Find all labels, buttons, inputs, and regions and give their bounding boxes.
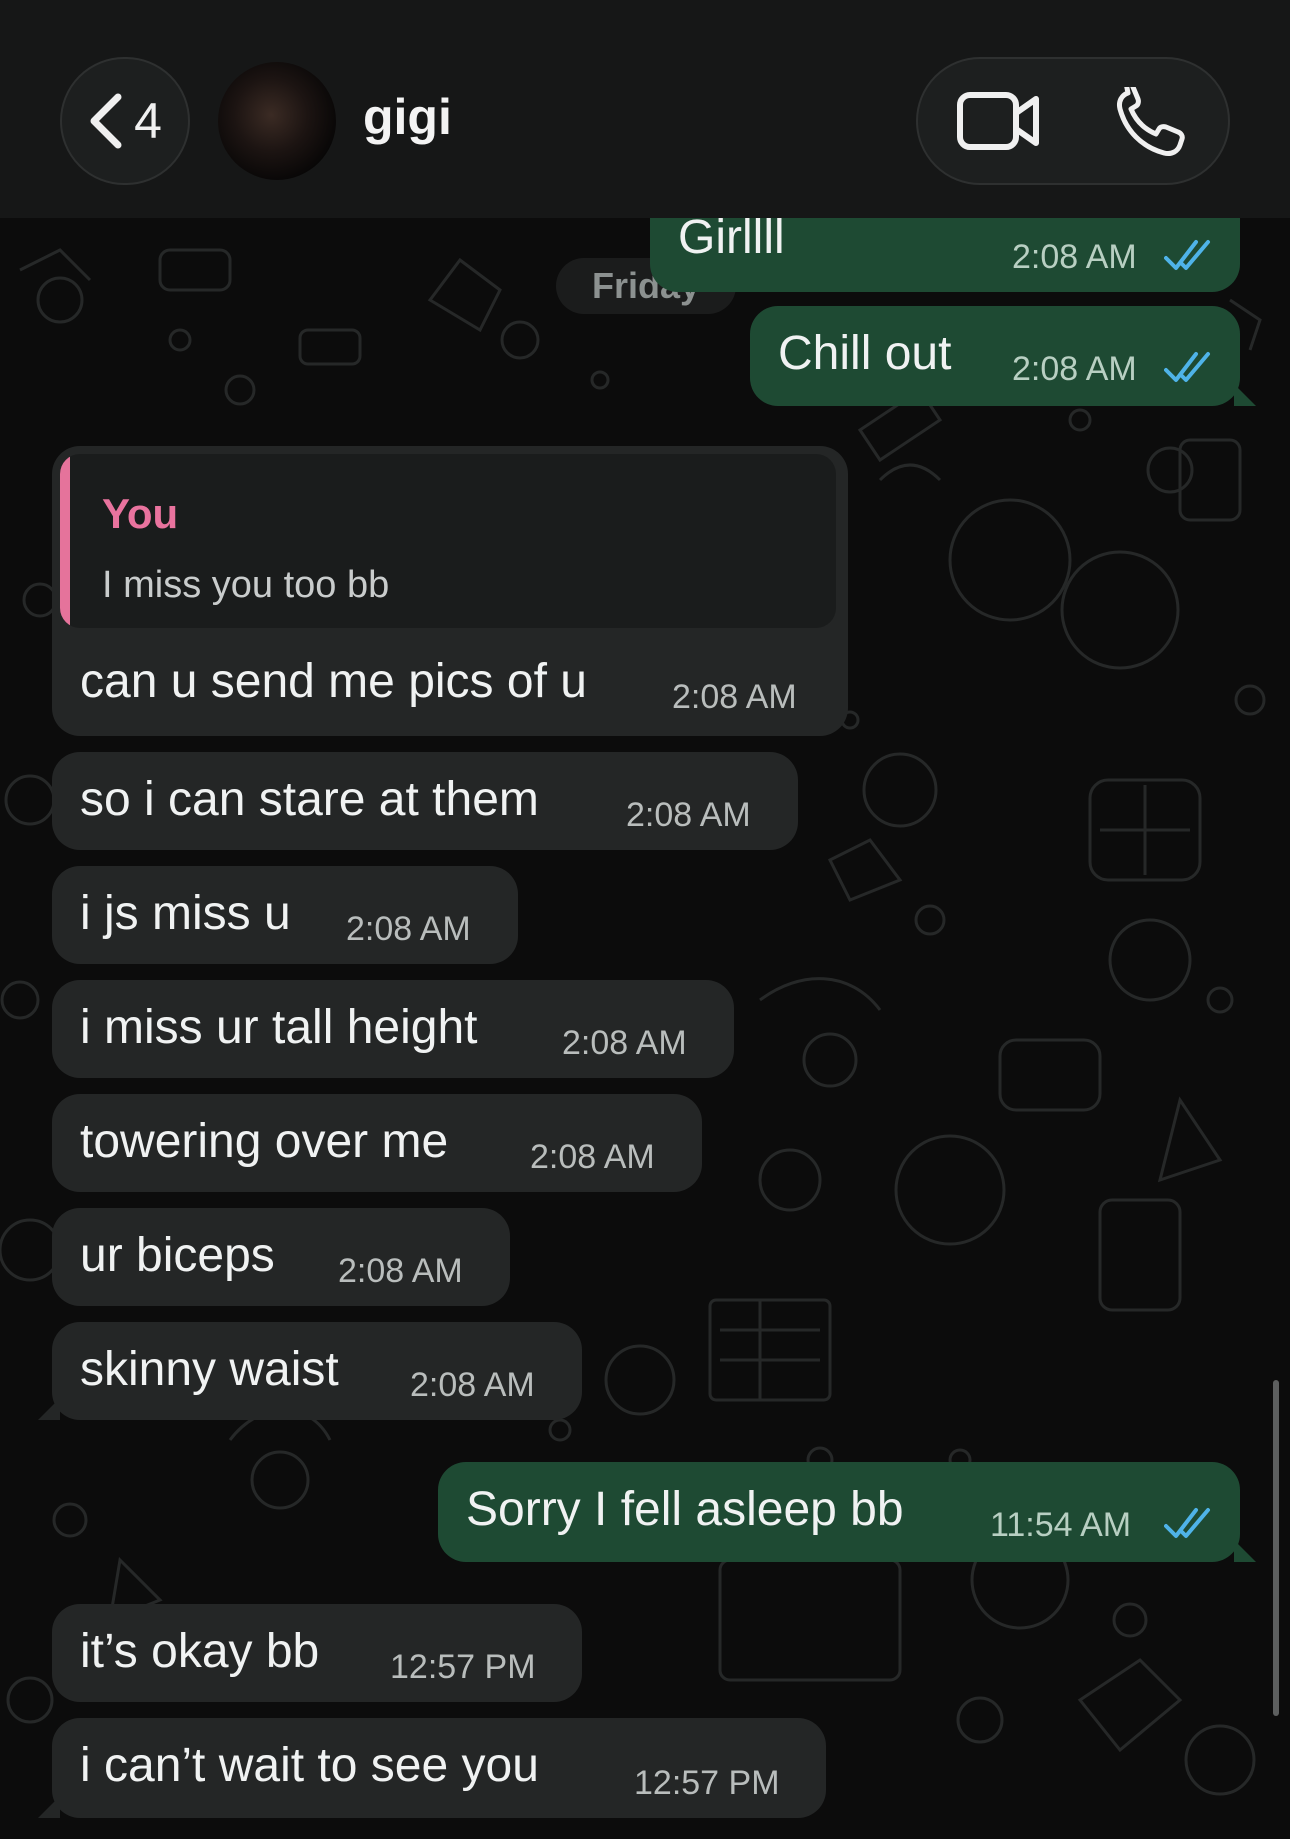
message-incoming[interactable]: i can’t wait to see you 12:57 PM bbox=[38, 1718, 826, 1818]
message-time: 12:57 PM bbox=[390, 1648, 536, 1686]
call-actions bbox=[916, 57, 1230, 185]
message-time: 2:08 AM bbox=[626, 796, 751, 834]
message-time: 2:08 AM bbox=[410, 1366, 535, 1404]
message-text: i can’t wait to see you bbox=[80, 1739, 539, 1792]
message-text: towering over me bbox=[80, 1115, 449, 1168]
bubble-tail bbox=[38, 1398, 60, 1420]
message-text: i miss ur tall height bbox=[80, 1001, 478, 1054]
read-ticks-icon bbox=[1164, 352, 1210, 382]
bubble-tail bbox=[38, 1796, 60, 1818]
message-incoming[interactable]: i miss ur tall height 2:08 AM bbox=[52, 980, 734, 1078]
message-time: 11:54 AM bbox=[990, 1506, 1132, 1544]
unread-count: 4 bbox=[134, 93, 162, 149]
chat-header: 4 gigi bbox=[0, 0, 1290, 218]
message-incoming[interactable]: towering over me 2:08 AM bbox=[52, 1094, 702, 1192]
message-text: so i can stare at them bbox=[80, 773, 539, 826]
message-incoming[interactable]: ur biceps 2:08 AM bbox=[52, 1208, 510, 1306]
message-incoming[interactable]: so i can stare at them 2:08 AM bbox=[52, 752, 798, 850]
back-button[interactable]: 4 bbox=[60, 57, 190, 185]
message-text: can u send me pics of u bbox=[80, 655, 587, 708]
contact-name[interactable]: gigi bbox=[363, 88, 452, 146]
message-incoming[interactable]: skinny waist 2:08 AM bbox=[38, 1322, 582, 1420]
message-time: 2:08 AM bbox=[672, 678, 797, 716]
message-time: 12:57 PM bbox=[634, 1764, 780, 1802]
quote-text: I miss you too bb bbox=[102, 564, 390, 606]
message-time: 2:08 AM bbox=[1012, 238, 1137, 276]
message-text: ur biceps bbox=[80, 1229, 275, 1282]
read-ticks-icon bbox=[1164, 1508, 1210, 1538]
quoted-message[interactable]: You I miss you too bb bbox=[60, 454, 836, 628]
bubble-tail bbox=[1234, 384, 1256, 406]
message-time: 2:08 AM bbox=[530, 1138, 655, 1176]
chevron-left-icon bbox=[90, 93, 122, 149]
message-text: Sorry I fell asleep bb bbox=[466, 1483, 904, 1536]
bubble-tail bbox=[1234, 1540, 1256, 1562]
message-incoming[interactable]: i js miss u 2:08 AM bbox=[52, 866, 518, 964]
message-incoming[interactable]: it’s okay bb 12:57 PM bbox=[52, 1604, 582, 1702]
message-outgoing[interactable]: Chill out 2:08 AM bbox=[750, 306, 1256, 406]
message-time: 2:08 AM bbox=[346, 910, 471, 948]
scrollbar[interactable] bbox=[1273, 1380, 1279, 1716]
message-text: skinny waist bbox=[80, 1343, 339, 1396]
quote-author: You bbox=[102, 490, 179, 537]
phone-icon[interactable] bbox=[1114, 87, 1186, 159]
message-text: i js miss u bbox=[80, 887, 291, 940]
message-time: 2:08 AM bbox=[562, 1024, 687, 1062]
message-outgoing[interactable]: Sorry I fell asleep bb 11:54 AM bbox=[438, 1462, 1256, 1562]
message-time: 2:08 AM bbox=[338, 1252, 463, 1290]
avatar[interactable] bbox=[218, 62, 336, 180]
message-time: 2:08 AM bbox=[1012, 350, 1137, 388]
quote-accent-bar bbox=[60, 454, 70, 628]
message-text: it’s okay bb bbox=[80, 1625, 320, 1678]
message-text: Girllll bbox=[678, 211, 785, 264]
video-call-icon[interactable] bbox=[956, 89, 1042, 153]
message-text: Chill out bbox=[778, 327, 952, 380]
message-incoming-reply[interactable]: You I miss you too bb can u send me pics… bbox=[52, 446, 848, 736]
read-ticks-icon bbox=[1164, 240, 1210, 270]
